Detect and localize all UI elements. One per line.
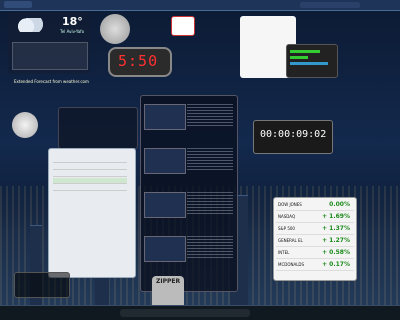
stock-symbol: DOW JONES — [278, 202, 302, 207]
cloudy-icon — [14, 18, 44, 32]
gmail-icon[interactable] — [171, 16, 195, 36]
weather-city: Tel Aviv-Yafo — [60, 29, 85, 34]
weather-gadget[interactable]: 18° Tel Aviv-Yafo Extended Forecast from… — [8, 12, 90, 84]
eject-icon[interactable] — [12, 112, 38, 138]
news-text — [187, 148, 233, 172]
news-thumbnail[interactable] — [144, 148, 186, 174]
news-thumbnail[interactable] — [144, 192, 186, 218]
top-bar — [0, 0, 400, 11]
start-button[interactable] — [4, 1, 32, 8]
stock-change: + 1.69% — [322, 213, 350, 220]
news-text — [187, 192, 233, 216]
list-item[interactable] — [53, 185, 127, 191]
stock-symbol: GENERAL EL — [278, 238, 303, 243]
stock-change: + 0.17% — [322, 261, 350, 268]
cpu-monitor — [286, 44, 338, 78]
countdown-widget: 00:00:09:02 — [253, 120, 333, 154]
taskbar-message — [270, 307, 396, 319]
news-reader[interactable] — [140, 95, 238, 292]
stock-symbol: INTEL — [278, 250, 290, 255]
temperature: 18° — [62, 15, 83, 28]
stock-symbol: MCDONALDS — [278, 262, 305, 267]
taskbar — [0, 305, 400, 320]
stock-row[interactable]: MCDONALDS + 0.17% — [276, 260, 354, 271]
news-thumbnail[interactable] — [144, 236, 186, 262]
cpu-bar — [290, 50, 320, 53]
stock-row[interactable]: INTEL + 0.58% — [276, 248, 354, 259]
stock-row[interactable]: NASDAQ + 1.69% — [276, 212, 354, 223]
list-item[interactable] — [53, 157, 127, 163]
stock-symbol: NASDAQ — [278, 214, 296, 219]
todo-list[interactable] — [48, 148, 136, 278]
stock-change: 0.00% — [329, 201, 350, 208]
stocks-gadget[interactable]: DOW JONES 0.00% NASDAQ + 1.69% S&P 500 + 1.… — [273, 197, 357, 281]
forecast-grid — [12, 42, 88, 70]
countdown-digits: 00:00:09:02 — [260, 129, 327, 140]
stock-row[interactable]: GENERAL EL + 1.27% — [276, 236, 354, 247]
news-text — [187, 236, 233, 260]
hockey-player-image — [344, 88, 396, 180]
ram-bar — [290, 56, 308, 59]
list-item[interactable] — [53, 164, 127, 170]
digital-clock: 5:50 — [108, 47, 172, 77]
stock-row[interactable]: S&P 500 + 1.37% — [276, 224, 354, 235]
stock-symbol: S&P 500 — [278, 226, 295, 231]
list-item[interactable] — [53, 178, 127, 184]
sidebar-control-knob[interactable] — [100, 14, 130, 44]
weather-footer[interactable]: Extended Forecast from weather.com — [14, 79, 89, 84]
twitter-feed[interactable] — [58, 107, 138, 149]
stock-change: + 0.58% — [322, 249, 350, 256]
media-player-mini[interactable] — [14, 272, 70, 298]
clock-time: 5:50 — [118, 52, 159, 70]
stock-change: + 1.37% — [322, 225, 350, 232]
news-thumbnail[interactable] — [144, 104, 186, 130]
disk-bar — [290, 62, 328, 65]
dock[interactable] — [120, 309, 250, 317]
stock-row[interactable]: DOW JONES 0.00% — [276, 200, 354, 211]
news-text — [187, 104, 233, 128]
stock-change: + 1.27% — [322, 237, 350, 244]
tools-icon[interactable] — [344, 2, 396, 42]
list-item[interactable] — [53, 171, 127, 177]
zipper-label: ZIPPER — [156, 278, 181, 285]
